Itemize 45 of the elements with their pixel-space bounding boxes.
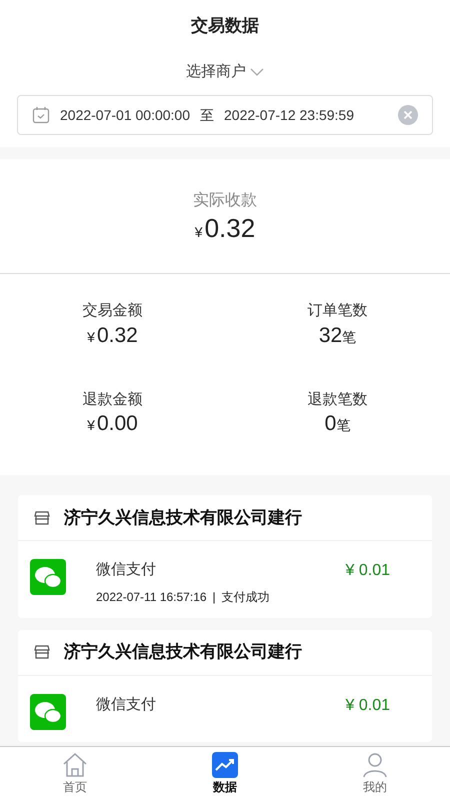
summary-label: 实际收款 <box>193 190 257 211</box>
chart-icon <box>212 752 238 778</box>
chevron-down-icon <box>250 66 264 77</box>
transaction-status: 支付成功 <box>222 588 270 606</box>
currency-symbol: ¥ <box>87 416 95 435</box>
transaction-amount: ¥ 0.01 <box>346 561 390 581</box>
page-title: 交易数据 <box>191 15 259 37</box>
unit-label: 笔 <box>342 328 356 346</box>
currency-symbol: ¥ <box>87 328 95 346</box>
currency-symbol: ¥ <box>194 223 203 242</box>
payment-method: 微信支付 <box>96 694 156 714</box>
start-date: 2022-07-01 00:00:00 <box>60 106 190 124</box>
stat-value: 0.32 <box>96 322 138 348</box>
stat-label: 退款金额 <box>82 390 142 410</box>
tab-item[interactable]: 首页 <box>0 747 150 800</box>
transaction-time: 2022-07-11 16:57:16 <box>96 588 207 606</box>
merchant-name: 济宁久兴信息技术有限公司建行 <box>64 506 302 529</box>
stat-label: 订单笔数 <box>308 301 368 321</box>
payment-method: 微信支付 <box>96 560 157 580</box>
date-range-field[interactable]: 2022-07-01 00:00:00 至 2022-07-12 23:59:59 <box>17 95 433 135</box>
transaction-card[interactable]: 济宁久兴信息技术有限公司建行 微信支付 ¥ 0.01 <box>18 630 432 742</box>
merchant-name: 济宁久兴信息技术有限公司建行 <box>64 641 302 664</box>
tab-item[interactable]: 我的 <box>300 747 450 800</box>
divider-mark: | <box>212 588 216 606</box>
range-separator: 至 <box>200 106 214 124</box>
transaction-amount: ¥ 0.01 <box>346 696 390 716</box>
summary-value: 0.32 <box>204 213 256 243</box>
store-icon <box>34 645 50 659</box>
user-icon <box>362 752 388 778</box>
stat-value: 0.00 <box>96 411 138 437</box>
store-icon <box>34 510 50 524</box>
stat-label: 退款笔数 <box>308 390 368 410</box>
merchant-dropdown[interactable]: 选择商户 <box>186 60 264 83</box>
chat-bubbles-icon <box>30 559 66 595</box>
stat-value: 0 <box>324 411 336 437</box>
home-icon <box>62 752 88 778</box>
end-date: 2022-07-12 23:59:59 <box>224 106 354 124</box>
stat-value: 32 <box>318 322 342 348</box>
transaction-card[interactable]: 济宁久兴信息技术有限公司建行 微信支付 2022-07-11 16:57:16 | 支付成功 ¥ 0.01 <box>18 495 432 618</box>
unit-label: 笔 <box>336 416 350 435</box>
chat-bubbles-icon <box>30 694 66 730</box>
tab-item[interactable]: 数据 <box>150 747 300 800</box>
clear-icon[interactable] <box>398 105 418 125</box>
stat-label: 交易金额 <box>82 301 142 321</box>
calendar-icon <box>32 106 50 124</box>
